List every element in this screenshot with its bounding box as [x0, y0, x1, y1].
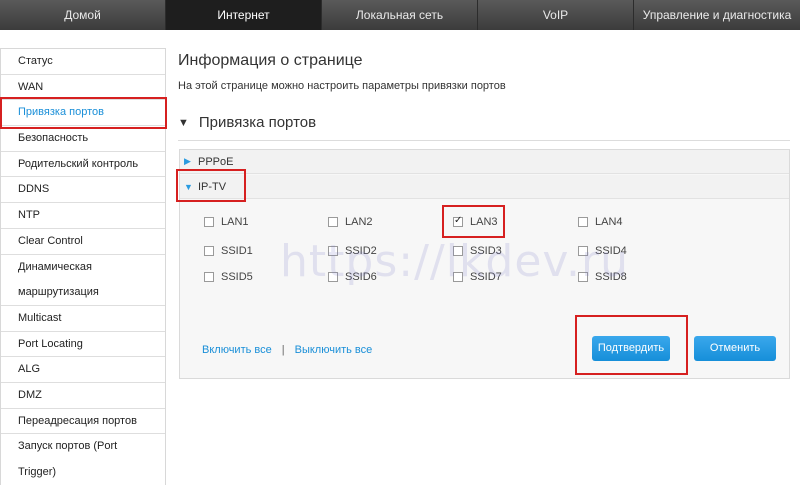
checkbox-ssid4[interactable]: SSID4	[578, 245, 688, 257]
checkbox-ssid2[interactable]: SSID2	[328, 245, 438, 257]
checkbox-box[interactable]	[328, 246, 338, 256]
checkbox-label: SSID1	[221, 245, 253, 257]
checkbox-label: LAN4	[595, 216, 623, 228]
deselect-all-link[interactable]: Выключить все	[295, 344, 373, 356]
sidebar-item-label: маршрутизация	[18, 286, 99, 299]
section-header[interactable]: ▼ Привязка портов	[178, 114, 316, 131]
checkbox-label: SSID2	[345, 245, 377, 257]
triangle-right-icon: ▶	[184, 156, 191, 166]
sidebar-item-label: Trigger)	[18, 466, 57, 479]
checkbox-ssid1[interactable]: SSID1	[204, 245, 314, 257]
page-description: На этой странице можно настроить парамет…	[178, 80, 506, 92]
sidebar-item-port-locating[interactable]: Port Locating	[1, 332, 165, 358]
row-label: PPPoE	[198, 155, 234, 168]
sidebar-item-ddns[interactable]: DDNS	[1, 177, 165, 204]
top-nav: Домой Интернет Локальная сеть VoIP Управ…	[0, 0, 800, 30]
checkbox-box[interactable]	[578, 217, 588, 227]
tab-home[interactable]: Домой	[0, 0, 166, 30]
main-content: Информация о странице На этой странице м…	[178, 48, 790, 379]
divider	[178, 140, 790, 141]
highlight-frame-iptv	[176, 169, 246, 202]
checkbox-ssid3[interactable]: SSID3	[453, 245, 563, 257]
page-title: Информация о странице	[178, 52, 363, 69]
sidebar-item-port-forwarding[interactable]: Переадресация портов	[1, 409, 165, 435]
sidebar-item-port-trigger[interactable]: Запуск портов (Port Trigger)	[1, 434, 165, 485]
checkbox-label: SSID7	[470, 271, 502, 283]
triangle-down-icon: ▼	[178, 116, 189, 129]
highlight-frame-sidebar	[0, 97, 167, 129]
select-all-link[interactable]: Включить все	[202, 344, 272, 356]
checkbox-lan4[interactable]: LAN4	[578, 216, 688, 228]
checkbox-label: SSID8	[595, 271, 627, 283]
tab-lan[interactable]: Локальная сеть	[322, 0, 478, 30]
sidebar-item-status[interactable]: Статус	[1, 49, 165, 75]
checkbox-box[interactable]	[578, 272, 588, 282]
checkbox-label: LAN2	[345, 216, 373, 228]
checkbox-box[interactable]	[328, 217, 338, 227]
checkbox-ssid6[interactable]: SSID6	[328, 271, 438, 283]
sidebar-item-clear-control[interactable]: Clear Control	[1, 229, 165, 255]
checkbox-box[interactable]	[578, 246, 588, 256]
row-iptv[interactable]: ▼ IP-TV	[180, 175, 789, 199]
checkbox-label: LAN1	[221, 216, 249, 228]
checkbox-ssid5[interactable]: SSID5	[204, 271, 314, 283]
sidebar-item-alg[interactable]: ALG	[1, 357, 165, 383]
sidebar-item-security[interactable]: Безопасность	[1, 126, 165, 152]
checkbox-lan1[interactable]: LAN1	[204, 216, 314, 228]
tab-voip[interactable]: VoIP	[478, 0, 634, 30]
checkbox-label: SSID4	[595, 245, 627, 257]
checkbox-label: SSID5	[221, 271, 253, 283]
tab-internet[interactable]: Интернет	[166, 0, 322, 30]
checkbox-box[interactable]	[453, 272, 463, 282]
sidebar-item-label: Динамическая	[18, 260, 92, 273]
sidebar-item-label: Запуск портов (Port	[18, 440, 118, 453]
sidebar-item-ntp[interactable]: NTP	[1, 203, 165, 229]
checkbox-label: SSID6	[345, 271, 377, 283]
checkbox-box[interactable]	[204, 217, 214, 227]
row-pppoe[interactable]: ▶ PPPoE	[180, 150, 789, 174]
sidebar-item-dynamic-routing[interactable]: Динамическая маршрутизация	[1, 255, 165, 306]
highlight-frame-lan3	[442, 205, 505, 238]
checkbox-label: SSID3	[470, 245, 502, 257]
checkbox-box[interactable]	[453, 246, 463, 256]
cancel-button[interactable]: Отменить	[694, 336, 776, 361]
link-separator: |	[281, 344, 285, 356]
sidebar-item-dmz[interactable]: DMZ	[1, 383, 165, 409]
sidebar-item-parental-control[interactable]: Родительский контроль	[1, 152, 165, 178]
select-links: Включить все | Выключить все	[202, 344, 372, 356]
port-binding-panel: ▶ PPPoE ▼ IP-TV LAN1 LAN2 LAN3 LAN4 SSID…	[179, 149, 790, 379]
tab-management[interactable]: Управление и диагностика	[634, 0, 800, 30]
checkbox-ssid8[interactable]: SSID8	[578, 271, 688, 283]
highlight-frame-confirm	[575, 315, 688, 375]
checkbox-box[interactable]	[204, 246, 214, 256]
sidebar-item-multicast[interactable]: Multicast	[1, 306, 165, 332]
checkbox-ssid7[interactable]: SSID7	[453, 271, 563, 283]
checkbox-box[interactable]	[204, 272, 214, 282]
checkbox-lan2[interactable]: LAN2	[328, 216, 438, 228]
section-title: Привязка портов	[198, 114, 317, 131]
checkbox-box[interactable]	[328, 272, 338, 282]
